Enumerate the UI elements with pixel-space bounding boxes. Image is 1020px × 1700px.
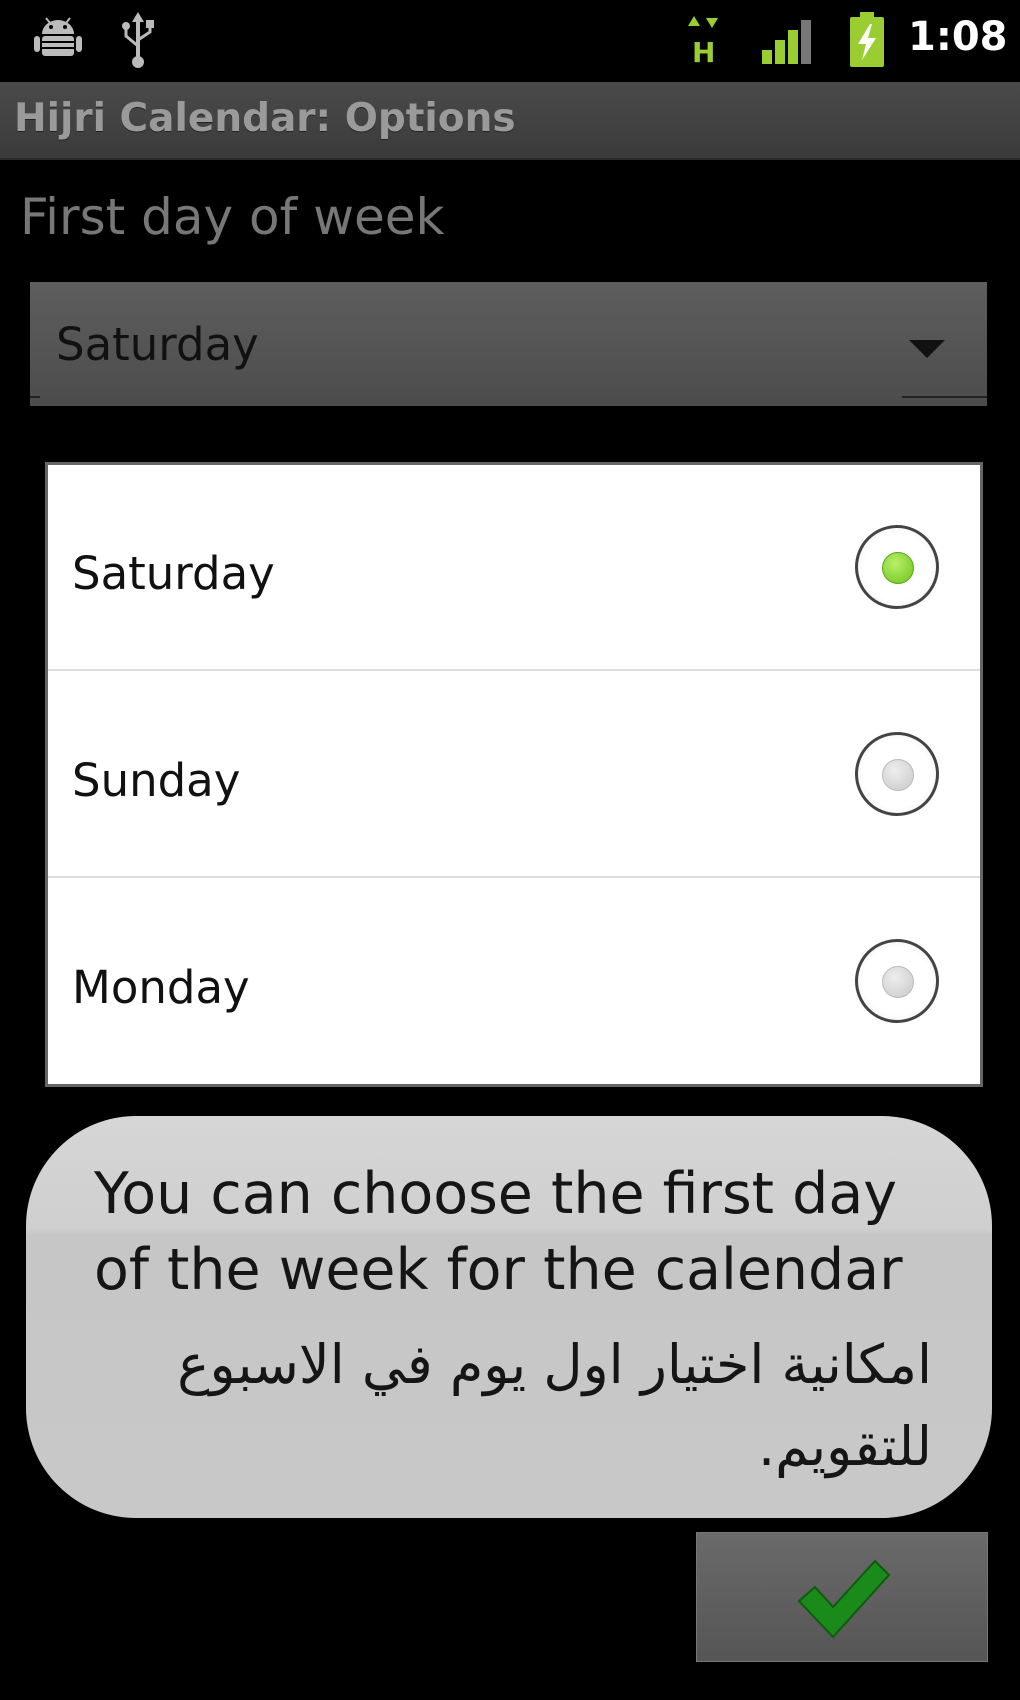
options-list: Saturday Sunday Monday	[45, 462, 983, 1087]
window-title: Hijri Calendar: Options	[14, 96, 516, 141]
status-bar: H 1:08	[0, 0, 1020, 82]
hspa-data-icon: H	[684, 14, 724, 70]
signal-icon	[760, 18, 814, 70]
divider	[48, 669, 980, 671]
radio-button-monday[interactable]	[855, 939, 939, 1023]
preference-label: First day of week	[20, 188, 445, 246]
toast-arabic-text: امكانية اختيار اول يوم في الاسبوع للتقوي…	[177, 1333, 932, 1478]
spinner-selected-value: Saturday	[56, 318, 259, 371]
usb-icon	[118, 12, 158, 72]
ok-button[interactable]	[696, 1532, 988, 1662]
radio-button-sunday[interactable]	[855, 732, 939, 816]
option-label: Saturday	[72, 547, 275, 600]
network-type: H	[692, 36, 715, 66]
checkmark-icon	[797, 1559, 891, 1639]
status-time: 1:08	[908, 14, 1008, 60]
option-sunday[interactable]: Sunday	[48, 672, 980, 878]
option-monday[interactable]: Monday	[48, 879, 980, 1085]
divider	[48, 876, 980, 878]
toast-english-text: You can choose the first day of the week…	[94, 1161, 903, 1303]
radio-indicator	[882, 552, 914, 584]
spinner-underline	[902, 396, 987, 398]
radio-button-saturday[interactable]	[855, 525, 939, 609]
radio-indicator	[882, 759, 914, 791]
first-day-spinner[interactable]: Saturday	[30, 282, 987, 406]
spinner-underline-left	[30, 396, 40, 398]
radio-indicator	[882, 966, 914, 998]
battery-charging-icon	[848, 12, 886, 72]
title-bar: Hijri Calendar: Options	[0, 82, 1020, 160]
android-debug-icon	[34, 16, 82, 64]
option-label: Monday	[72, 961, 250, 1014]
option-label: Sunday	[72, 754, 241, 807]
option-saturday[interactable]: Saturday	[48, 465, 980, 671]
dropdown-arrow-icon	[909, 340, 945, 358]
toast-message: You can choose the first day of the week…	[26, 1116, 992, 1518]
